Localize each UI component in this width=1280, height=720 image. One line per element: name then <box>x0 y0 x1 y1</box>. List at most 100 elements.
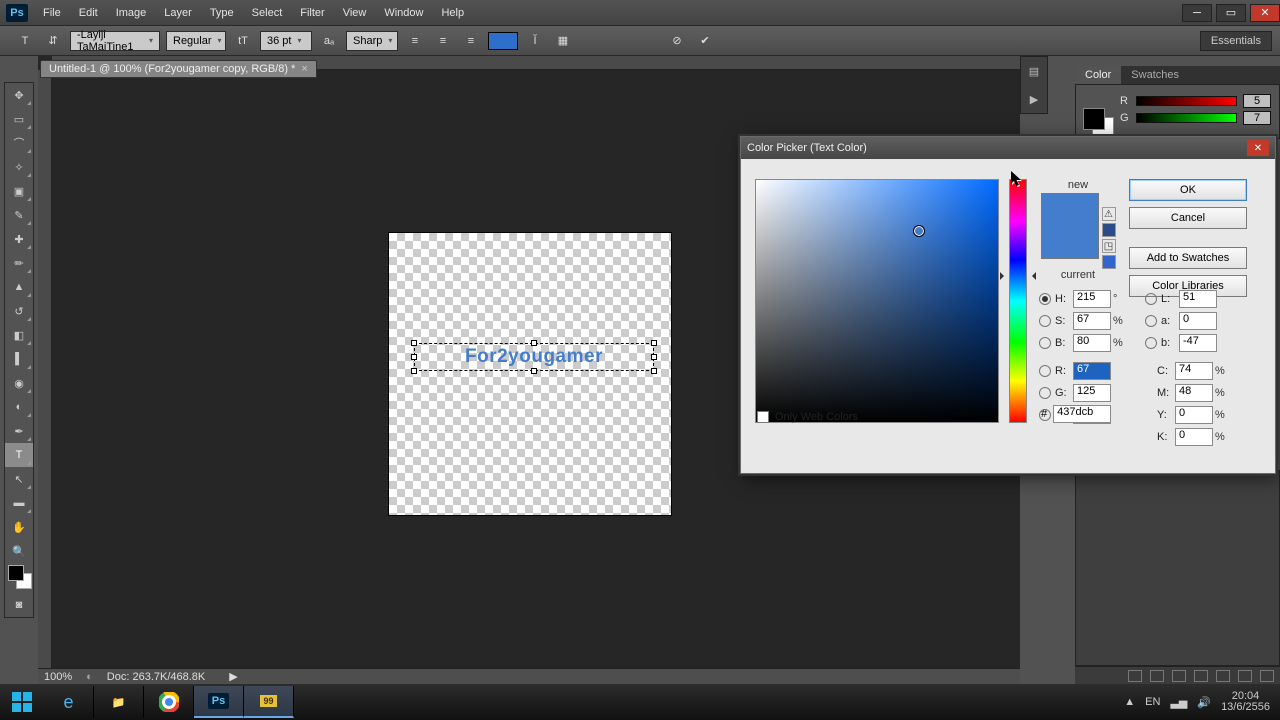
radio-l[interactable] <box>1145 293 1157 305</box>
type-tool[interactable]: T <box>5 443 33 467</box>
menu-layer[interactable]: Layer <box>155 0 201 26</box>
add-swatches-button[interactable]: Add to Swatches <box>1129 247 1247 269</box>
r-value[interactable]: 5 <box>1243 94 1271 108</box>
menu-filter[interactable]: Filter <box>291 0 333 26</box>
l-input[interactable]: 51 <box>1179 290 1217 308</box>
workspace-switcher[interactable]: Essentials <box>1200 31 1272 51</box>
canvas[interactable]: For2yougamer <box>388 232 672 516</box>
lasso-tool[interactable]: ⌒ <box>5 131 33 155</box>
tray-network-icon[interactable]: ▃▅ <box>1170 696 1187 709</box>
actions-panel-icon[interactable]: ▶ <box>1021 85 1047 113</box>
wand-tool[interactable]: ✧ <box>5 155 33 179</box>
cancel-edit-icon[interactable]: ⊘ <box>666 30 688 52</box>
taskbar-chrome[interactable] <box>144 686 194 718</box>
taskbar-photoshop[interactable]: Ps <box>194 686 244 718</box>
m-input[interactable]: 48 <box>1175 384 1213 402</box>
a-input[interactable]: 0 <box>1179 312 1217 330</box>
hand-tool[interactable]: ✋ <box>5 515 33 539</box>
layer-style-icon[interactable] <box>1150 670 1164 682</box>
handle-top-left[interactable] <box>411 340 417 346</box>
handle-top-mid[interactable] <box>531 340 537 346</box>
new-layer-icon[interactable] <box>1238 670 1252 682</box>
commit-edit-icon[interactable]: ✔ <box>694 30 716 52</box>
history-panel-icon[interactable]: ▤ <box>1021 57 1047 85</box>
radio-b-lab[interactable] <box>1145 337 1157 349</box>
gamut-warning-icon[interactable]: ⚠ <box>1102 207 1116 221</box>
k-input[interactable]: 0 <box>1175 428 1213 446</box>
s-input[interactable]: 67 <box>1073 312 1111 330</box>
link-layers-icon[interactable] <box>1128 670 1142 682</box>
r-input[interactable]: 67 <box>1073 362 1111 380</box>
gamut-color[interactable] <box>1102 223 1116 237</box>
menu-select[interactable]: Select <box>243 0 292 26</box>
eyedropper-tool[interactable]: ✎ <box>5 203 33 227</box>
move-tool[interactable]: ✥ <box>5 83 33 107</box>
g-value[interactable]: 7 <box>1243 111 1271 125</box>
radio-g[interactable] <box>1039 387 1051 399</box>
tray-expand-icon[interactable]: ▲ <box>1124 696 1135 708</box>
stamp-tool[interactable]: ▲ <box>5 275 33 299</box>
zoom-tool[interactable]: 🔍 <box>5 539 33 563</box>
handle-mid-left[interactable] <box>411 354 417 360</box>
text-bounding-box[interactable]: For2yougamer <box>414 343 654 371</box>
taskbar-explorer[interactable]: 📁 <box>94 686 144 718</box>
close-button[interactable]: ✕ <box>1250 4 1280 22</box>
zoom-level[interactable]: 100% <box>44 671 72 683</box>
align-left-icon[interactable]: ≡ <box>404 30 426 52</box>
foreground-background-swatch[interactable] <box>5 563 33 593</box>
adjustment-layer-icon[interactable] <box>1194 670 1208 682</box>
pen-tool[interactable]: ✒ <box>5 419 33 443</box>
g-input[interactable]: 125 <box>1073 384 1111 402</box>
minimize-button[interactable]: ─ <box>1182 4 1212 22</box>
only-web-colors[interactable]: Only Web Colors <box>757 411 858 423</box>
handle-bot-right[interactable] <box>651 368 657 374</box>
brush-tool[interactable]: ✏ <box>5 251 33 275</box>
taskbar-ie[interactable]: e <box>44 686 94 718</box>
foreground-color[interactable] <box>8 565 24 581</box>
antialias-select[interactable]: Sharp▾ <box>346 31 398 51</box>
hue-strip[interactable] <box>1009 179 1027 423</box>
maximize-button[interactable]: ▭ <box>1216 4 1246 22</box>
h-input[interactable]: 215 <box>1073 290 1111 308</box>
radio-a[interactable] <box>1145 315 1157 327</box>
tool-preset-icon[interactable]: T <box>14 30 36 52</box>
radio-s[interactable] <box>1039 315 1051 327</box>
history-brush-tool[interactable]: ↺ <box>5 299 33 323</box>
sv-cursor[interactable] <box>914 226 924 236</box>
hex-input[interactable]: 437dcb <box>1053 405 1111 423</box>
align-center-icon[interactable]: ≡ <box>432 30 454 52</box>
trash-icon[interactable] <box>1260 670 1274 682</box>
gradient-tool[interactable]: ▌ <box>5 347 33 371</box>
tab-color[interactable]: Color <box>1075 66 1121 84</box>
warp-text-icon[interactable]: Ĭ <box>524 30 546 52</box>
dialog-close-button[interactable]: ✕ <box>1247 140 1269 156</box>
menu-help[interactable]: Help <box>432 0 473 26</box>
group-icon[interactable] <box>1216 670 1230 682</box>
handle-mid-right[interactable] <box>651 354 657 360</box>
hue-cursor[interactable] <box>1004 275 1032 277</box>
status-menu-icon[interactable]: ▶ <box>229 670 237 683</box>
tray-clock[interactable]: 20:04 13/6/2556 <box>1221 691 1270 713</box>
orientation-icon[interactable]: ⇵ <box>42 30 64 52</box>
shape-tool[interactable]: ▬ <box>5 491 33 515</box>
menu-image[interactable]: Image <box>107 0 156 26</box>
dialog-titlebar[interactable]: Color Picker (Text Color) ✕ <box>741 137 1275 159</box>
radio-b-hsb[interactable] <box>1039 337 1051 349</box>
menu-type[interactable]: Type <box>201 0 243 26</box>
saturation-value-field[interactable] <box>755 179 999 423</box>
tab-close-icon[interactable]: × <box>301 63 307 75</box>
blur-tool[interactable]: ◉ <box>5 371 33 395</box>
quickmask-tool[interactable]: ◙ <box>5 593 33 617</box>
tray-volume-icon[interactable]: 🔊 <box>1197 696 1211 709</box>
handle-bot-mid[interactable] <box>531 368 537 374</box>
radio-r[interactable] <box>1039 365 1051 377</box>
crop-tool[interactable]: ▣ <box>5 179 33 203</box>
r-slider[interactable] <box>1136 96 1237 106</box>
cancel-button[interactable]: Cancel <box>1129 207 1247 229</box>
menu-file[interactable]: File <box>34 0 70 26</box>
align-right-icon[interactable]: ≡ <box>460 30 482 52</box>
g-slider[interactable] <box>1136 113 1237 123</box>
c-input[interactable]: 74 <box>1175 362 1213 380</box>
marquee-tool[interactable]: ▭ <box>5 107 33 131</box>
document-tab[interactable]: Untitled-1 @ 100% (For2yougamer copy, RG… <box>40 60 317 78</box>
